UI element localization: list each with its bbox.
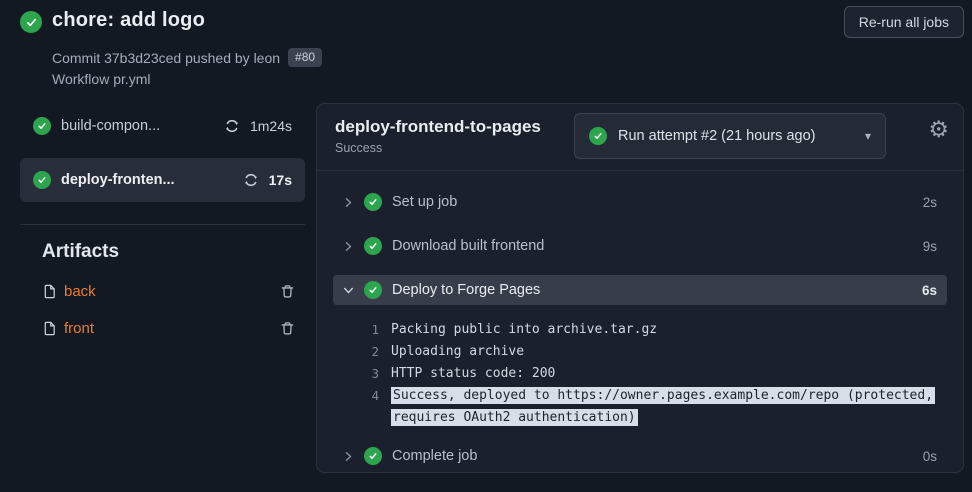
step-success-icon [364,237,382,255]
step-name: Complete job [392,448,923,464]
trash-icon[interactable] [280,321,295,336]
artifact-link-back[interactable]: back [64,283,273,300]
commit-text: Commit 37b3d23ced pushed by leon [52,50,280,66]
chevron-down-icon [343,285,357,296]
file-icon [42,321,57,336]
caret-down-icon: ▾ [865,129,871,143]
steps-list: Set up job 2s Download built frontend 9s… [317,171,963,471]
sidebar-divider [20,224,305,225]
artifact-link-front[interactable]: front [64,320,273,337]
artifact-row: back [42,283,295,300]
page-title: chore: add logo [52,9,205,32]
step-name: Download built frontend [392,238,923,254]
step-success-icon [364,193,382,211]
log-line-number[interactable]: 2 [333,341,379,363]
run-attempt-dropdown[interactable]: Run attempt #2 (21 hours ago) ▾ [574,113,886,159]
log-line-text: HTTP status code: 200 [391,363,555,385]
step-row-complete-job[interactable]: Complete job 0s [333,441,947,471]
step-row-setup-job[interactable]: Set up job 2s [333,187,947,217]
step-duration: 9s [923,239,937,254]
rerun-job-icon[interactable] [243,172,259,188]
log-line-selected: 4 Success, deployed to https://owner.pag… [333,385,947,429]
selected-log-text: requires OAuth2 authentication) [391,409,638,426]
run-attempt-label: Run attempt #2 (21 hours ago) [618,128,854,144]
artifact-row: front [42,320,295,337]
artifacts-heading: Artifacts [42,241,305,263]
log-line-number[interactable]: 3 [333,363,379,385]
step-name: Deploy to Forge Pages [392,282,922,298]
rerun-all-jobs-button[interactable]: Re-run all jobs [844,6,964,38]
log-line-number[interactable]: 4 [333,385,379,407]
job-success-icon [33,171,51,189]
log-line: 3 HTTP status code: 200 [333,363,947,385]
log-line: 2 Uploading archive [333,341,947,363]
step-row-download-frontend[interactable]: Download built frontend 9s [333,231,947,261]
log-line-text: Packing public into archive.tar.gz [391,319,657,341]
log-line-text: Uploading archive [391,341,524,363]
step-duration: 2s [923,195,937,210]
chevron-right-icon [343,197,357,208]
workflow-success-icon [20,11,42,33]
gear-icon[interactable]: ⚙ [928,119,949,142]
step-row-deploy-pages[interactable]: Deploy to Forge Pages 6s [333,275,947,305]
rerun-job-icon[interactable] [224,118,240,134]
step-success-icon [364,447,382,465]
pr-number-badge[interactable]: #80 [288,48,322,67]
log-line-text: Success, deployed to https://owner.pages… [391,385,935,429]
step-duration: 6s [922,283,937,298]
workflow-file: Workflow pr.yml [52,71,151,87]
trash-icon[interactable] [280,284,295,299]
step-name: Set up job [392,194,923,210]
selected-log-text: Success, deployed to https://owner.pages… [391,387,935,404]
job-panel-header: deploy-frontend-to-pages Success Run att… [317,104,963,171]
job-success-icon [33,117,51,135]
job-detail-panel: deploy-frontend-to-pages Success Run att… [316,103,964,473]
chevron-right-icon [343,451,357,462]
sidebar-job-build-components[interactable]: build-compon... 1m24s [20,104,305,148]
commit-line: Commit 37b3d23ced pushed by leon #80 [52,48,322,67]
job-name: deploy-fronten... [61,172,233,188]
job-duration: 1m24s [250,118,292,134]
sidebar-job-deploy-frontend[interactable]: deploy-fronten... 17s [20,158,305,202]
jobs-sidebar: build-compon... 1m24s deploy-fronten... … [20,104,305,337]
log-line-number[interactable]: 1 [333,319,379,341]
attempt-success-icon [589,127,607,145]
log-line: 1 Packing public into archive.tar.gz [333,319,947,341]
step-duration: 0s [923,449,937,464]
job-duration: 17s [269,172,292,188]
step-success-icon [364,281,382,299]
job-name: build-compon... [61,118,214,134]
step-log-output: 1 Packing public into archive.tar.gz 2 U… [333,319,947,429]
file-icon [42,284,57,299]
chevron-right-icon [343,241,357,252]
